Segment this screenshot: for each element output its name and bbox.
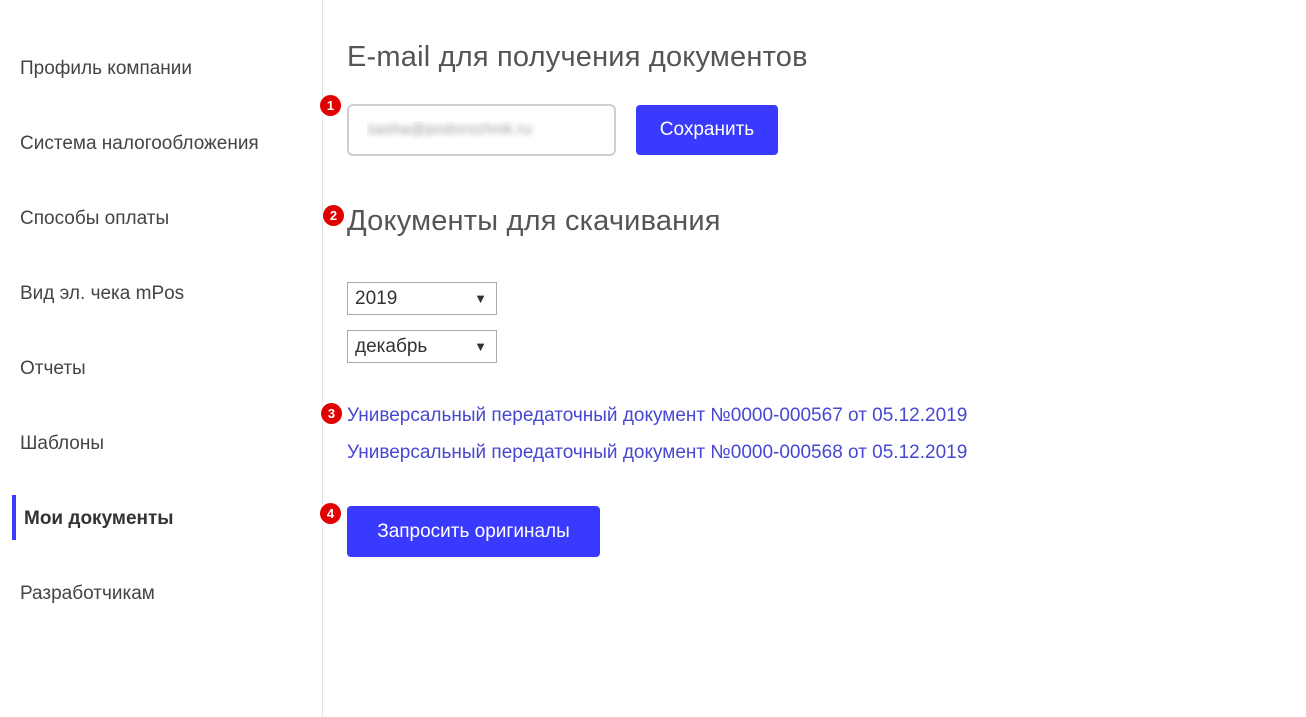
annotation-marker-4: 4 bbox=[320, 503, 341, 524]
month-select[interactable]: декабрь ▼ bbox=[347, 330, 497, 363]
dropdown-arrow-icon: ▼ bbox=[474, 291, 487, 306]
document-link-567[interactable]: Универсальный передаточный документ №000… bbox=[347, 405, 967, 427]
month-select-value: декабрь bbox=[355, 336, 428, 357]
request-originals-button[interactable]: Запросить оригиналы bbox=[347, 506, 600, 557]
sidebar-item-templates[interactable]: Шаблоны bbox=[20, 429, 104, 459]
sidebar: Профиль компании Система налогообложения… bbox=[0, 0, 323, 717]
sidebar-item-reports[interactable]: Отчеты bbox=[20, 354, 86, 384]
annotation-marker-2: 2 bbox=[323, 205, 344, 226]
year-select[interactable]: 2019 ▼ bbox=[347, 282, 497, 315]
sidebar-item-payment-methods[interactable]: Способы оплаты bbox=[20, 204, 169, 234]
year-select-value: 2019 bbox=[355, 288, 398, 309]
email-input[interactable] bbox=[347, 104, 616, 156]
sidebar-item-company-profile[interactable]: Профиль компании bbox=[20, 54, 192, 84]
sidebar-item-developers[interactable]: Разработчикам bbox=[20, 579, 155, 609]
sidebar-item-receipt-view[interactable]: Вид эл. чека mPos bbox=[20, 279, 184, 309]
documents-section-title: Документы для скачивания bbox=[347, 205, 721, 237]
save-button[interactable]: Сохранить bbox=[636, 105, 778, 155]
annotation-marker-1: 1 bbox=[320, 95, 341, 116]
email-section-title: E-mail для получения документов bbox=[347, 41, 808, 73]
dropdown-arrow-icon: ▼ bbox=[474, 339, 487, 354]
sidebar-item-my-documents[interactable]: Мои документы bbox=[24, 504, 174, 534]
page: Профиль компании Система налогообложения… bbox=[0, 0, 1306, 717]
sidebar-active-indicator bbox=[12, 495, 16, 540]
sidebar-item-tax-system[interactable]: Система налогообложения bbox=[20, 129, 259, 159]
annotation-marker-3: 3 bbox=[321, 403, 342, 424]
document-link-568[interactable]: Универсальный передаточный документ №000… bbox=[347, 442, 967, 464]
